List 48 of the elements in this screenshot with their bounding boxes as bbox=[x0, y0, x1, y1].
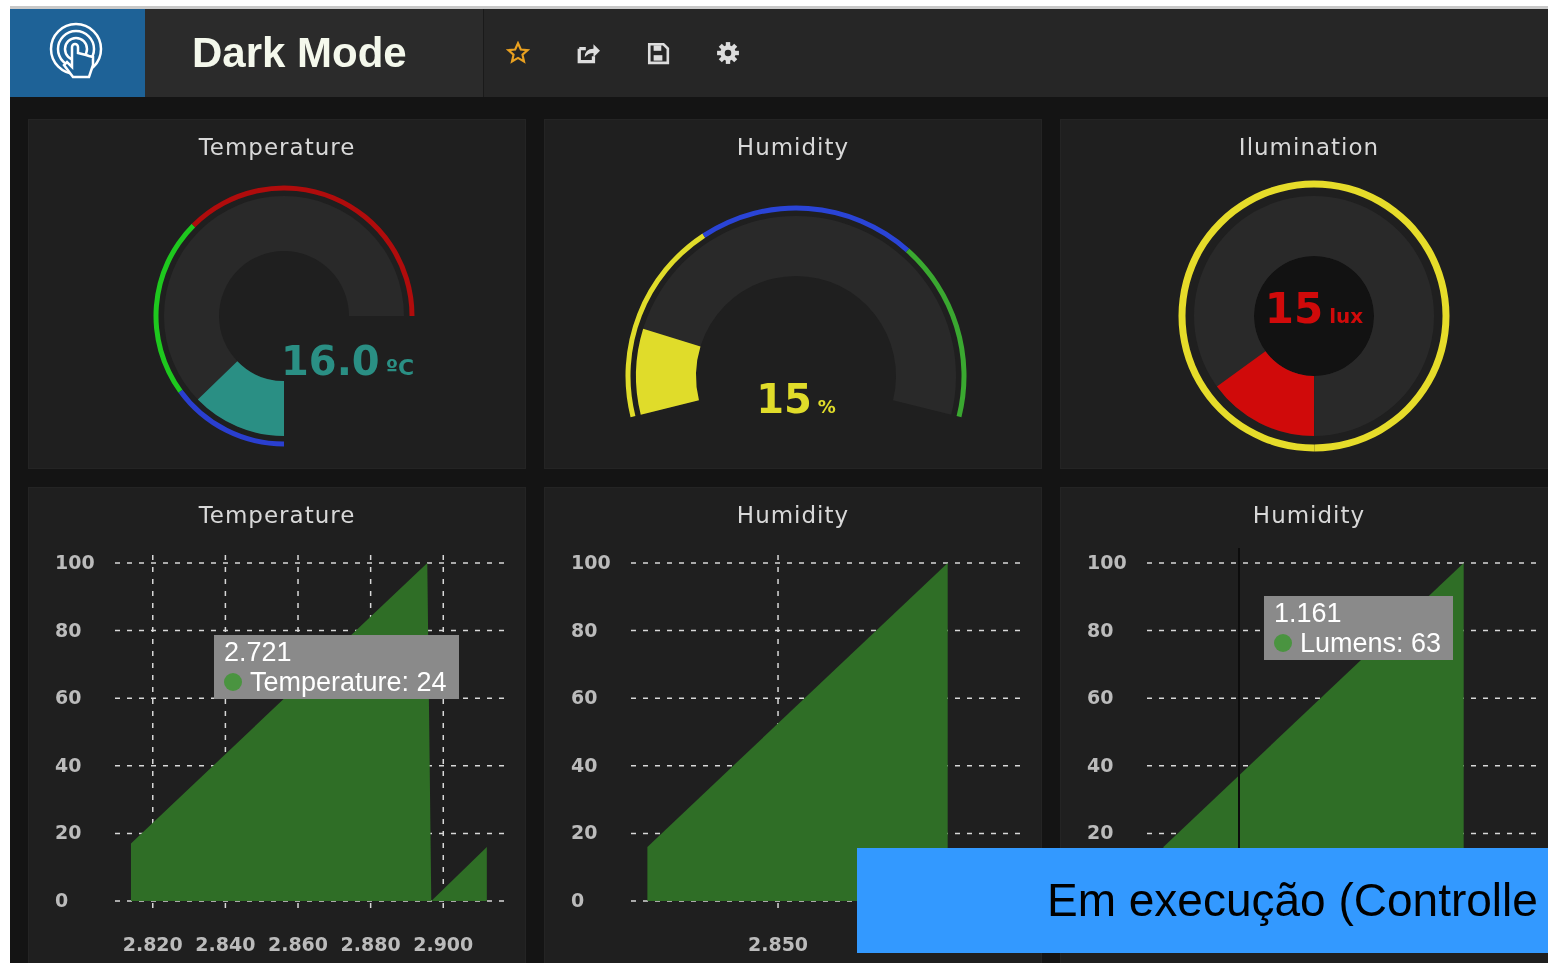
gauge-unit: ºC bbox=[385, 355, 415, 380]
x-axis-label: 2.900 bbox=[413, 933, 474, 955]
gauge-value: 15 bbox=[756, 376, 812, 422]
y-axis-label: 0 bbox=[55, 889, 69, 911]
tooltip-title: 2.721 bbox=[224, 637, 293, 667]
tooltip-title: 1.161 bbox=[1274, 598, 1343, 628]
app-logo[interactable] bbox=[10, 9, 145, 97]
y-axis-label: 20 bbox=[1087, 821, 1114, 844]
y-axis-label: 0 bbox=[571, 889, 585, 911]
dashboard-title: Dark Mode bbox=[192, 29, 407, 77]
y-axis-label: 60 bbox=[1087, 686, 1114, 709]
y-axis-label: 40 bbox=[1087, 753, 1114, 776]
y-axis-label: 80 bbox=[571, 618, 598, 641]
y-axis-label: 80 bbox=[1087, 618, 1114, 641]
save-icon[interactable] bbox=[646, 41, 670, 65]
x-axis-label: 2.880 bbox=[340, 933, 401, 955]
status-banner: Em execução (Controlle bbox=[857, 848, 1548, 953]
y-axis-label: 20 bbox=[571, 821, 598, 844]
gauge-unit: lux bbox=[1329, 304, 1364, 328]
gauge-value: 15 bbox=[1264, 284, 1324, 333]
share-icon[interactable] bbox=[576, 41, 600, 65]
chart-title: Humidity bbox=[1251, 501, 1367, 530]
gauge-title: Ilumination bbox=[1237, 133, 1381, 162]
y-axis-label: 60 bbox=[571, 686, 598, 709]
y-axis-label: 40 bbox=[55, 753, 82, 776]
y-axis-label: 100 bbox=[55, 551, 95, 573]
tooltip-label: Temperature: 24 bbox=[250, 667, 447, 697]
y-axis-label: 20 bbox=[55, 821, 82, 844]
y-axis-label: 100 bbox=[1087, 551, 1127, 573]
star-icon[interactable] bbox=[506, 41, 530, 65]
gauge-unit: % bbox=[817, 396, 836, 417]
x-axis-label: 2.850 bbox=[748, 933, 809, 955]
settings-icon[interactable] bbox=[716, 41, 740, 65]
y-axis-label: 60 bbox=[55, 686, 82, 709]
x-axis-label: 2.840 bbox=[195, 933, 256, 955]
gauge-title: Temperature bbox=[197, 133, 357, 162]
gauge-value: 16.0 bbox=[281, 338, 380, 384]
legend-dot bbox=[1274, 634, 1292, 652]
y-axis-label: 40 bbox=[571, 753, 598, 776]
y-axis-label: 100 bbox=[571, 551, 611, 573]
tooltip-label: Lumens: 63 bbox=[1300, 628, 1442, 658]
chart-title: Humidity bbox=[735, 501, 851, 530]
chart-title: Temperature bbox=[197, 501, 357, 530]
y-axis-label: 80 bbox=[55, 618, 82, 641]
x-axis-label: 2.820 bbox=[122, 933, 183, 955]
gauge-title: Humidity bbox=[735, 133, 851, 162]
legend-dot bbox=[224, 673, 242, 691]
x-axis-label: 2.860 bbox=[267, 933, 329, 955]
